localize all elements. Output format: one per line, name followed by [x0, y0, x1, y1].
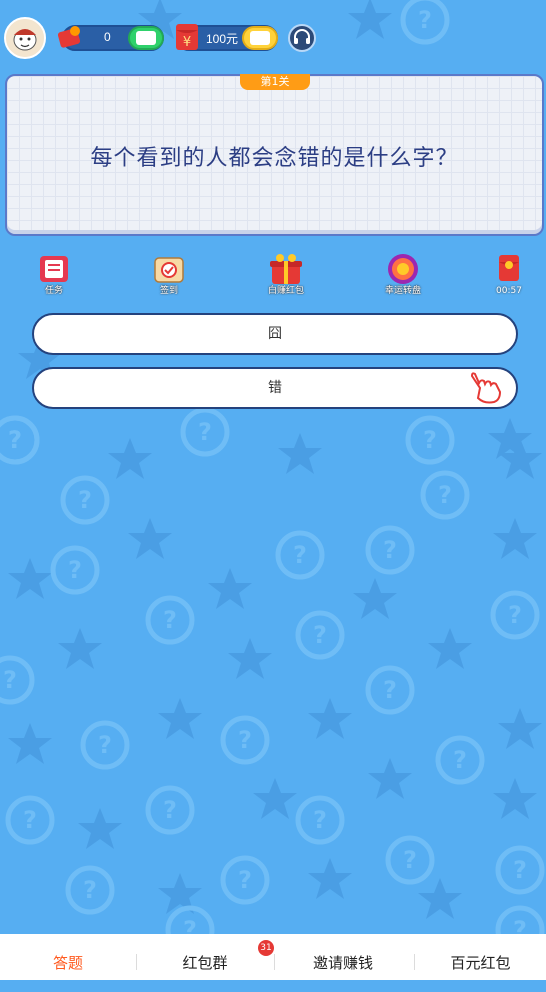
nav-red-envelope-group[interactable]: 红包群 — [137, 934, 273, 980]
headset-icon — [294, 29, 310, 44]
feature-label: 任务 — [44, 286, 63, 296]
timed-red-envelope-icon[interactable] — [497, 253, 521, 283]
feature-free-red-envelope[interactable]: 白赚红包 — [254, 252, 318, 296]
timer-label: 00:57 — [496, 286, 522, 296]
cash-envelope-icon: ¥ — [176, 24, 198, 50]
cash-amount: 100元 — [206, 32, 239, 46]
customer-service-button[interactable] — [288, 24, 316, 52]
task-icon — [40, 256, 68, 282]
red-envelope-add-button[interactable] — [128, 26, 164, 50]
avatar[interactable] — [4, 17, 46, 59]
nav-answer[interactable]: 答题 — [0, 934, 136, 980]
feature-label: 幸运转盘 — [384, 286, 421, 296]
cash-withdraw-button[interactable] — [242, 26, 278, 50]
svg-text:¥: ¥ — [183, 35, 191, 50]
feature-lucky-wheel[interactable]: 幸运转盘 — [371, 252, 435, 296]
feature-label: 签到 — [159, 286, 178, 296]
nav-invite-earn[interactable]: 邀请赚钱 — [275, 934, 411, 980]
question-text: 每个看到的人都会念错的是什么字？ — [90, 146, 459, 171]
red-envelope-icon — [57, 26, 81, 48]
gift-box-icon — [270, 254, 302, 284]
feature-label: 白赚红包 — [267, 286, 304, 296]
answer-option-1[interactable]: 囧 — [32, 313, 518, 355]
level-badge: 第1关 — [240, 74, 310, 90]
red-envelope-count: 0 — [104, 30, 111, 44]
top-bar: 0 100元 ¥ — [0, 0, 546, 76]
feature-checkin[interactable]: 签到 — [137, 252, 201, 296]
pointing-hand-icon — [470, 372, 502, 404]
nav-hundred-red-envelope[interactable]: 百元红包 — [415, 934, 546, 980]
answer-option-2[interactable]: 错 — [32, 367, 518, 409]
feature-task[interactable]: 任务 — [22, 252, 86, 296]
checkin-icon — [154, 257, 184, 283]
bottom-nav: 答题 红包群 邀请赚钱 百元红包 — [0, 934, 546, 980]
lucky-wheel-icon — [388, 254, 418, 284]
notification-badge: 31 — [258, 940, 274, 956]
